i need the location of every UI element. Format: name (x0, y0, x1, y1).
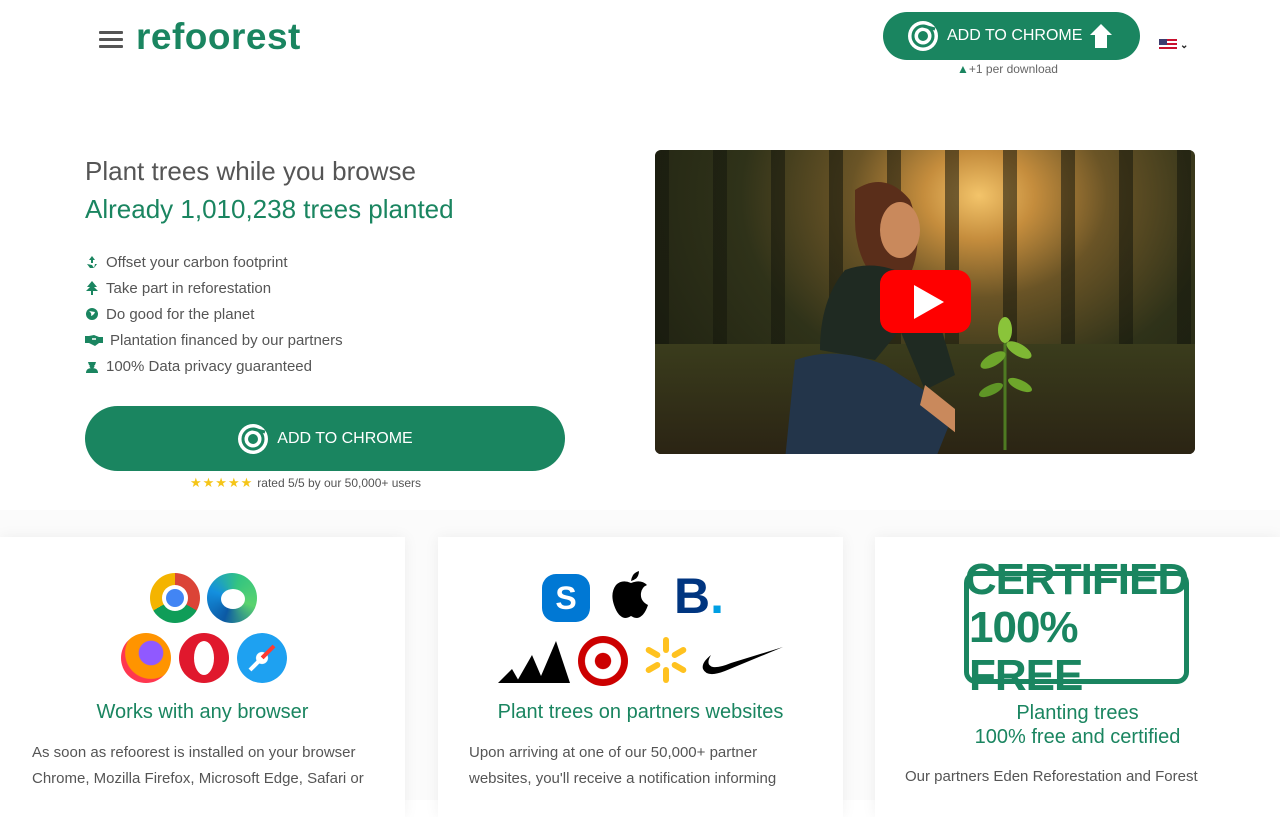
target-logo-icon (578, 636, 628, 686)
firefox-logo-icon (121, 633, 171, 683)
feature-item: 100% Data privacy guaranteed (85, 353, 343, 379)
certified-free-card: CERTIFIED 100% FREE Planting trees 100% … (875, 537, 1280, 817)
chrome-logo-icon (150, 573, 200, 623)
arrow-up-icon (1090, 24, 1112, 48)
safari-logo-icon (237, 633, 287, 683)
apple-logo-icon (612, 571, 648, 618)
add-to-chrome-button[interactable]: ADD TO CHROME (85, 406, 565, 471)
star-rating-icon: ★★★★★ (190, 475, 254, 490)
adidas-logo-icon (498, 641, 570, 683)
browser-support-card: Works with any browser As soon as refoor… (0, 537, 405, 817)
tree-icon: ▲ (957, 62, 969, 76)
card-text: As soon as refoorest is installed on you… (32, 744, 364, 787)
nike-logo-icon (702, 647, 783, 675)
walmart-logo-icon (645, 637, 687, 683)
header-add-to-chrome-label: ADD TO CHROME (947, 27, 1083, 44)
hero-title: Plant trees while you browse (85, 156, 416, 186)
rating: ★★★★★ rated 5/5 by our 50,000+ users (190, 475, 421, 491)
feature-item: Offset your carbon footprint (85, 249, 343, 275)
partners-card: S B. Plant trees on partners websites Up… (438, 537, 843, 817)
card-text: Our partners Eden Reforestation and Fore… (905, 768, 1198, 785)
globe-icon (85, 307, 99, 321)
recycle-icon (85, 255, 99, 269)
hero-tree-counter: Already 1,010,238 trees planted (85, 194, 454, 224)
language-selector[interactable]: ⌄ (1159, 38, 1193, 52)
tree-icon (85, 281, 99, 295)
card-title: Planting trees 100% free and certified (974, 702, 1181, 748)
us-flag-icon (1159, 39, 1177, 51)
sapling-image (979, 317, 1032, 450)
card-text: Upon arriving at one of our 50,000+ part… (469, 744, 777, 787)
handshake-icon (85, 333, 103, 347)
opera-logo-icon (179, 633, 229, 683)
site-header: refoorest ADD TO CHROME ▲+1 per download… (0, 0, 1280, 90)
user-secret-icon (85, 359, 99, 373)
play-icon[interactable] (880, 270, 971, 333)
certified-free-stamp-icon: CERTIFIED 100% FREE (964, 555, 1189, 699)
feature-item: Plantation financed by our partners (85, 327, 343, 353)
chrome-icon (238, 423, 269, 454)
edge-logo-icon (207, 573, 257, 623)
menu-icon[interactable] (99, 31, 123, 49)
stamp-line-free: 100% FREE (969, 602, 1083, 700)
stamp-line-certified: CERTIFIED (964, 554, 1189, 604)
card-title: Plant trees on partners websites (497, 701, 784, 723)
booking-logo-icon: B. (674, 568, 725, 624)
card-title: Works with any browser (96, 701, 309, 723)
promo-video[interactable] (655, 150, 1195, 454)
chrome-icon (908, 21, 938, 51)
feature-list: Offset your carbon footprint Take part i… (85, 249, 343, 379)
feature-item: Take part in reforestation (85, 275, 343, 301)
rating-text: rated 5/5 by our 50,000+ users (257, 476, 422, 490)
chevron-down-icon: ⌄ (1180, 39, 1189, 51)
skype-logo-icon: S (542, 574, 590, 622)
per-download-note: ▲+1 per download (957, 62, 1058, 76)
feature-item: Do good for the planet (85, 301, 343, 327)
site-logo[interactable]: refoorest (136, 16, 301, 58)
add-to-chrome-label: ADD TO CHROME (277, 429, 413, 447)
header-add-to-chrome-button[interactable]: ADD TO CHROME (883, 12, 1140, 60)
